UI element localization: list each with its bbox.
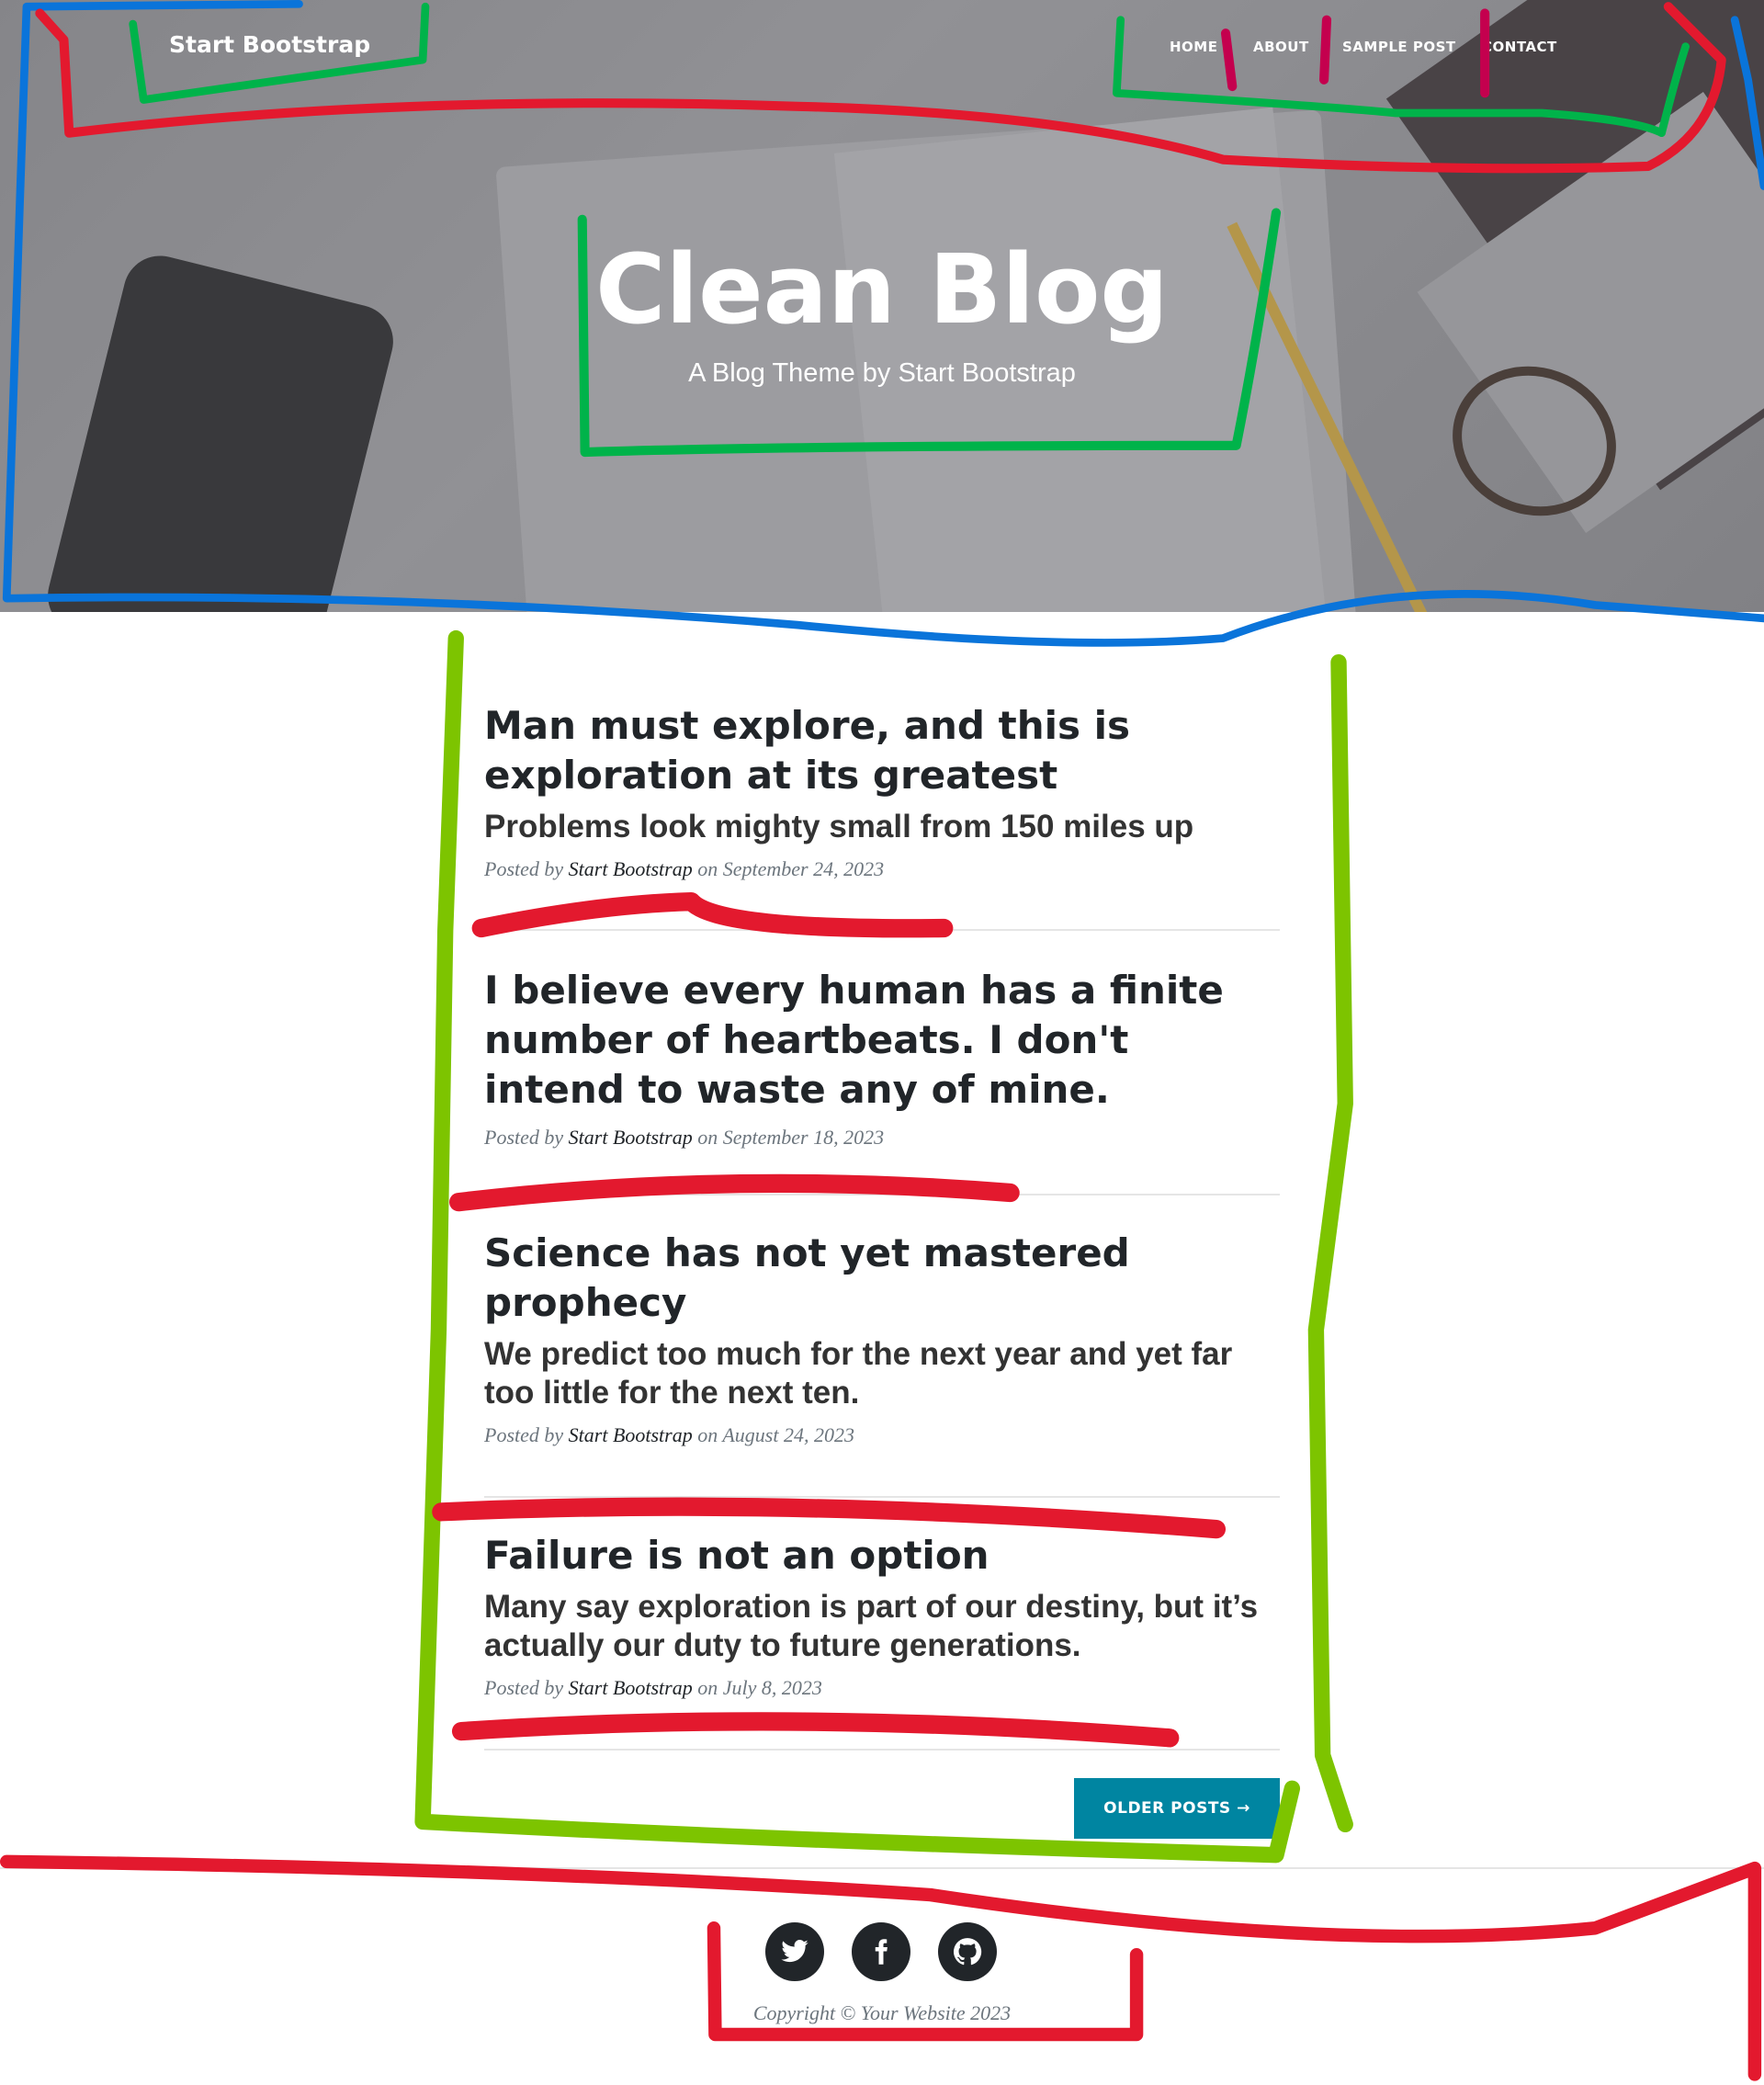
brand-link[interactable]: Start Bootstrap	[169, 31, 370, 58]
posted-by: Posted by	[484, 857, 564, 880]
twitter-icon[interactable]	[765, 1922, 824, 1981]
nav-about[interactable]: ABOUT	[1253, 39, 1309, 55]
masthead: Start Bootstrap HOME ABOUT SAMPLE POST C…	[0, 0, 1764, 612]
post-subtitle[interactable]: We predict too much for the next year an…	[484, 1335, 1280, 1412]
post-preview[interactable]: Man must explore, and this is exploratio…	[484, 701, 1280, 881]
divider	[484, 1496, 1280, 1498]
divider	[484, 929, 1280, 931]
older-posts-button[interactable]: OLDER POSTS →	[1074, 1778, 1280, 1839]
divider	[484, 1194, 1280, 1195]
author-link[interactable]: Start Bootstrap	[569, 1423, 693, 1446]
post-meta: Posted by Start Bootstrap on September 1…	[484, 1126, 1280, 1150]
facebook-icon[interactable]	[852, 1922, 910, 1981]
post-title[interactable]: Failure is not an option	[484, 1531, 1280, 1581]
divider	[484, 1749, 1280, 1751]
author-link[interactable]: Start Bootstrap	[569, 857, 693, 880]
site-heading: Clean Blog A Blog Theme by Start Bootstr…	[0, 230, 1764, 389]
post-date: on September 24, 2023	[697, 857, 885, 880]
post-title[interactable]: Science has not yet mastered prophecy	[484, 1229, 1280, 1328]
post-date: on July 8, 2023	[697, 1676, 822, 1699]
page-subtitle: A Blog Theme by Start Bootstrap	[688, 358, 1076, 388]
nav-contact[interactable]: CONTACT	[1482, 39, 1557, 55]
post-title[interactable]: Man must explore, and this is exploratio…	[484, 701, 1280, 800]
post-meta: Posted by Start Bootstrap on July 8, 202…	[484, 1676, 1280, 1700]
posted-by: Posted by	[484, 1676, 564, 1699]
post-title[interactable]: I believe every human has a finite numbe…	[484, 966, 1280, 1115]
footer-divider	[0, 1867, 1764, 1869]
post-preview[interactable]: Failure is not an option Many say explor…	[484, 1531, 1280, 1700]
nav-sample-post[interactable]: SAMPLE POST	[1342, 39, 1456, 55]
post-meta: Posted by Start Bootstrap on September 2…	[484, 857, 1280, 881]
post-preview[interactable]: I believe every human has a finite numbe…	[484, 966, 1280, 1150]
author-link[interactable]: Start Bootstrap	[569, 1126, 693, 1149]
post-date: on August 24, 2023	[697, 1423, 854, 1446]
post-meta: Posted by Start Bootstrap on August 24, …	[484, 1423, 1280, 1447]
post-date: on September 18, 2023	[697, 1126, 885, 1149]
posted-by: Posted by	[484, 1126, 564, 1149]
post-preview[interactable]: Science has not yet mastered prophecy We…	[484, 1229, 1280, 1447]
author-link[interactable]: Start Bootstrap	[569, 1676, 693, 1699]
page-title: Clean Blog	[595, 233, 1169, 346]
post-subtitle[interactable]: Problems look mighty small from 150 mile…	[484, 808, 1280, 846]
github-icon[interactable]	[938, 1922, 997, 1981]
copyright: Copyright © Your Website 2023	[752, 2001, 1012, 2024]
posted-by: Posted by	[484, 1423, 564, 1446]
nav-home[interactable]: HOME	[1170, 39, 1217, 55]
post-subtitle[interactable]: Many say exploration is part of our dest…	[484, 1588, 1280, 1665]
